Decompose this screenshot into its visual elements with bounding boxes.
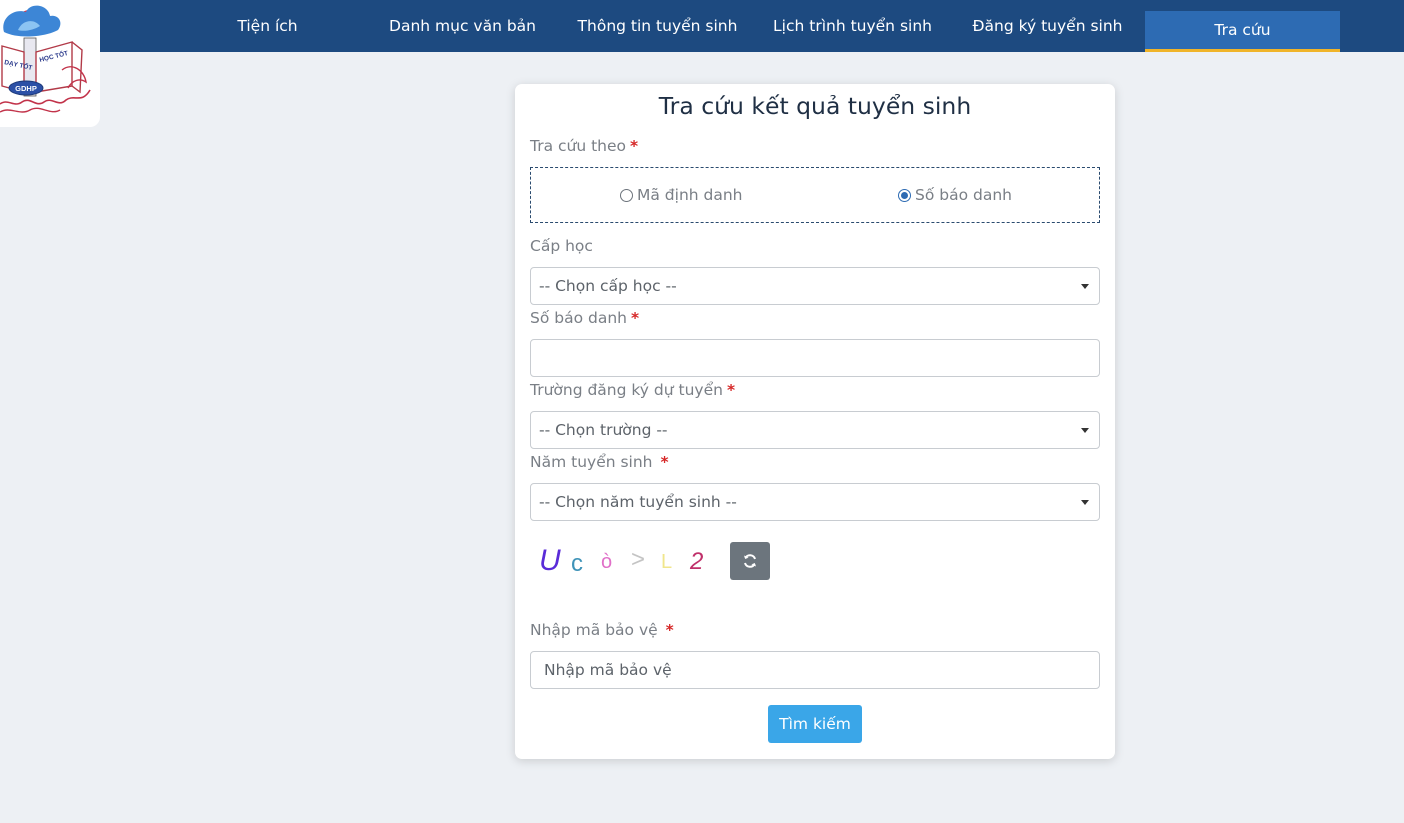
radio-checked-icon[interactable] — [898, 188, 911, 202]
lookup-by-radio-group: Mã định danh Số báo danh — [530, 167, 1100, 223]
caret-down-icon — [1081, 500, 1089, 505]
nav-item-dang-ky-tuyen-sinh[interactable]: Đăng ký tuyển sinh — [950, 0, 1145, 52]
lookup-by-label: Tra cứu theo * — [530, 137, 639, 155]
required-mark: * — [630, 309, 640, 327]
required-mark: * — [726, 381, 736, 399]
caret-down-icon — [1081, 428, 1089, 433]
level-selected-value: -- Chọn cấp học -- — [539, 277, 677, 295]
refresh-icon — [744, 554, 756, 568]
nav-item-thong-tin-tuyen-sinh[interactable]: Thông tin tuyển sinh — [560, 0, 755, 52]
radio-label: Mã định danh — [637, 186, 743, 204]
nav-item-danh-muc-van-ban[interactable]: Danh mục văn bản — [365, 0, 560, 52]
candidate-number-label: Số báo danh * — [530, 309, 640, 327]
security-code-input[interactable] — [539, 652, 1099, 688]
school-label: Trường đăng ký dự tuyển * — [530, 381, 736, 399]
svg-text:GDHP: GDHP — [15, 84, 37, 93]
required-mark: * — [630, 137, 639, 155]
nav-item-tra-cuu[interactable]: Tra cứu — [1145, 11, 1340, 52]
level-select[interactable]: -- Chọn cấp học -- — [530, 267, 1100, 305]
radio-option-ma-dinh-danh[interactable]: Mã định danh — [620, 168, 743, 222]
nav-item-lich-trinh-tuyen-sinh[interactable]: Lịch trình tuyển sinh — [755, 0, 950, 52]
candidate-number-field — [530, 339, 1100, 377]
captcha-char: > — [631, 546, 645, 573]
required-mark: * — [665, 621, 674, 639]
caret-down-icon — [1081, 284, 1089, 289]
captcha-refresh-button[interactable] — [730, 542, 770, 580]
search-button[interactable]: Tìm kiếm — [768, 705, 862, 743]
school-selected-value: -- Chọn trường -- — [539, 421, 668, 439]
top-navigation: Tiện ích Danh mục văn bản Thông tin tuyể… — [0, 0, 1404, 52]
captcha-char: L — [661, 551, 672, 573]
year-select[interactable]: -- Chọn năm tuyển sinh -- — [530, 483, 1100, 521]
site-logo[interactable]: DẠY TỐT HỌC TỐT GDHP — [0, 0, 100, 127]
captcha-image: U c ò > L 2 — [539, 544, 703, 577]
lookup-form-card: Tra cứu kết quả tuyển sinh Tra cứu theo *… — [515, 84, 1115, 759]
radio-label: Số báo danh — [915, 186, 1012, 204]
captcha-char: U — [539, 544, 561, 577]
captcha-char: c — [571, 550, 583, 577]
candidate-number-input[interactable] — [534, 340, 1099, 376]
form-title: Tra cứu kết quả tuyển sinh — [658, 92, 972, 120]
required-mark: * — [660, 453, 669, 471]
security-code-label: Nhập mã bảo vệ * — [530, 621, 674, 639]
school-select[interactable]: -- Chọn trường -- — [530, 411, 1100, 449]
security-code-field — [530, 651, 1100, 689]
nav-item-tien-ich[interactable]: Tiện ích — [170, 0, 365, 52]
captcha-char: 2 — [689, 548, 703, 575]
level-label: Cấp học — [530, 237, 593, 255]
captcha-char: ò — [601, 551, 612, 573]
year-selected-value: -- Chọn năm tuyển sinh -- — [539, 493, 737, 511]
radio-option-so-bao-danh[interactable]: Số báo danh — [898, 168, 1012, 222]
radio-unchecked-icon[interactable] — [620, 188, 633, 202]
education-logo-icon: DẠY TỐT HỌC TỐT GDHP — [0, 5, 91, 113]
year-label: Năm tuyển sinh * — [530, 453, 669, 471]
